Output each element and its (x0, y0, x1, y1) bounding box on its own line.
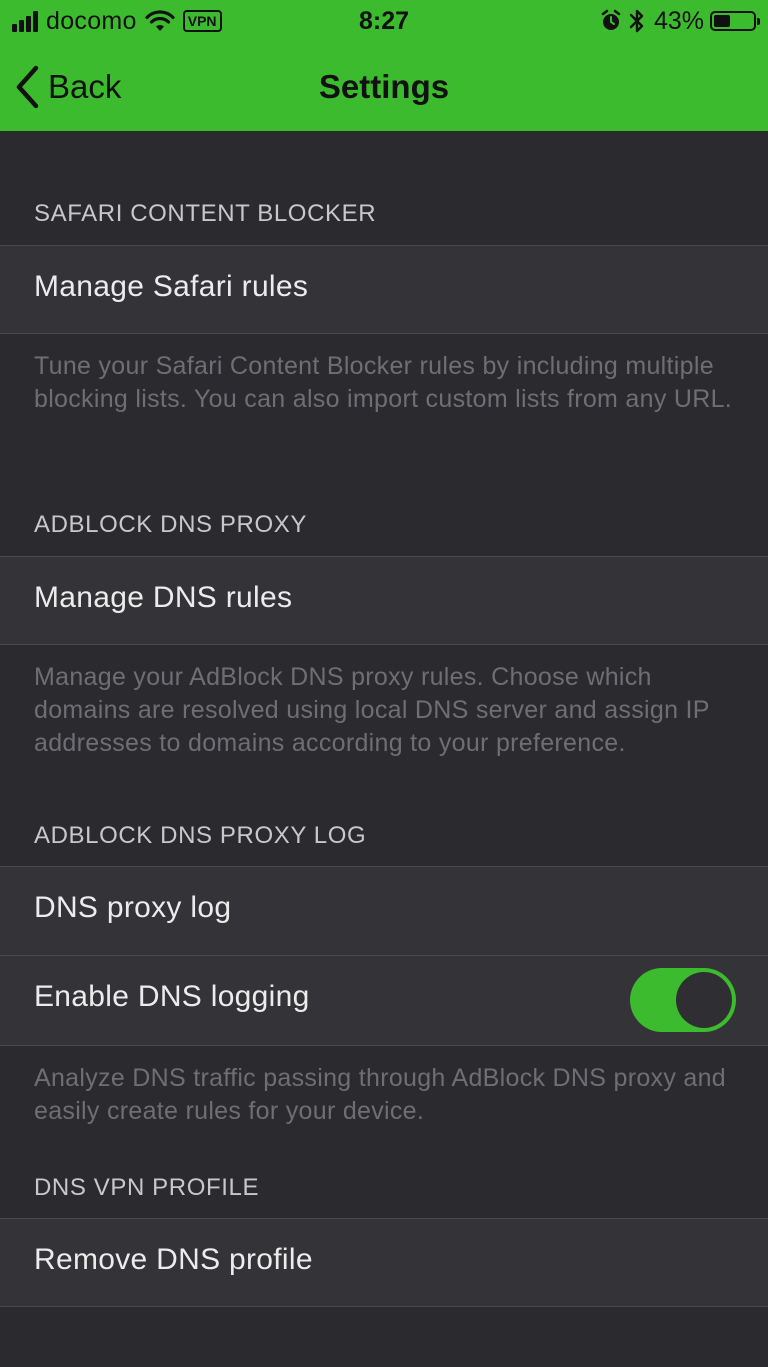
dns-proxy-log-row[interactable]: DNS proxy log (0, 866, 768, 956)
status-bar: docomo VPN 8:27 43% (0, 0, 768, 42)
dns-log-footer-text: Analyze DNS traffic passing through AdBl… (34, 1064, 726, 1125)
battery-icon (710, 11, 760, 31)
dns-proxy-log-label: DNS proxy log (34, 891, 232, 924)
dns-proxy-footer-text: Manage your AdBlock DNS proxy rules. Cho… (34, 663, 710, 757)
page-title: Settings (318, 68, 450, 105)
safari-footer-text: Tune your Safari Content Blocker rules b… (34, 352, 733, 413)
manage-dns-rules-row[interactable]: Manage DNS rules (0, 556, 768, 645)
section-header-dns-proxy: ADBLOCK DNS PROXY (34, 511, 307, 538)
toggle-knob (676, 972, 732, 1028)
section-header-vpn-profile: DNS VPN PROFILE (34, 1174, 260, 1201)
top-bar: docomo VPN 8:27 43% Back Settings (0, 0, 768, 131)
section-header-dns-log: ADBLOCK DNS PROXY LOG (34, 822, 367, 849)
status-right: 43% (594, 6, 760, 36)
remove-dns-profile-row[interactable]: Remove DNS profile (0, 1218, 768, 1307)
battery-percent: 43% (653, 6, 704, 35)
enable-dns-logging-row: Enable DNS logging (0, 956, 768, 1046)
remove-dns-profile-label: Remove DNS profile (34, 1243, 313, 1276)
navigation-bar: Back Settings (0, 42, 768, 131)
enable-dns-logging-label: Enable DNS logging (34, 980, 310, 1013)
section-header-safari: SAFARI CONTENT BLOCKER (34, 200, 377, 227)
manage-dns-rules-label: Manage DNS rules (34, 581, 293, 614)
enable-dns-logging-toggle[interactable] (630, 968, 736, 1032)
alarm-icon (601, 9, 621, 30)
manage-safari-rules-label: Manage Safari rules (34, 270, 309, 303)
manage-safari-rules-row[interactable]: Manage Safari rules (0, 245, 768, 334)
bluetooth-icon (629, 9, 644, 33)
